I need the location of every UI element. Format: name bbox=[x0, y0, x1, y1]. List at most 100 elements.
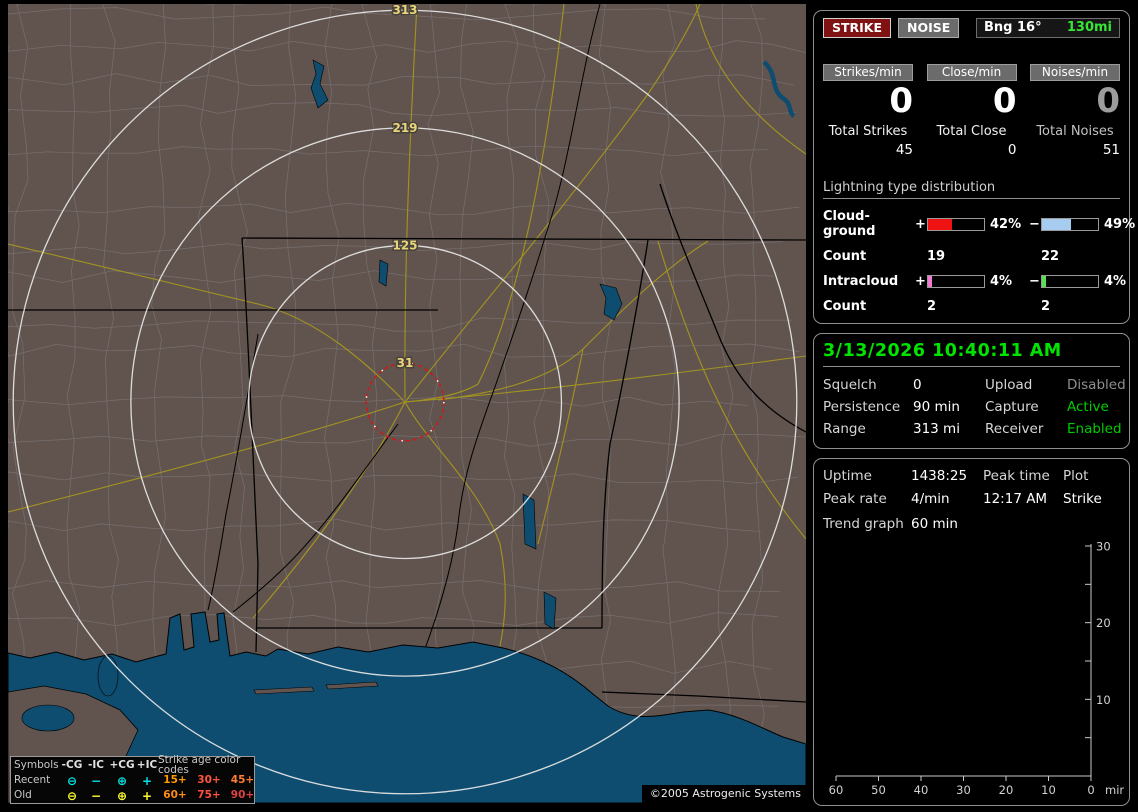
trend-panel: Uptime 1438:25 Peak time Plot Peak rate … bbox=[813, 458, 1130, 806]
ring-label-313: 313 bbox=[392, 4, 417, 17]
age-code-90plus: 90+ bbox=[230, 789, 255, 802]
trend-graph: 30 20 10 60 50 40 30 20 10 0 min bbox=[829, 540, 1124, 798]
minus-sign: − bbox=[1029, 216, 1040, 232]
strikes-per-min-chip: Strikes/min bbox=[823, 64, 913, 81]
uptime-label: Uptime bbox=[823, 468, 872, 484]
persistence-label: Persistence bbox=[823, 399, 901, 415]
ic-negative-pct: 4% bbox=[1104, 274, 1127, 290]
old-neg-cg-symbol: ⊖ bbox=[66, 788, 78, 803]
range-setting-value: 313 mi bbox=[913, 421, 960, 437]
total-noises-label: Total Noises bbox=[1036, 124, 1114, 140]
recent-pos-cg-symbol: ⊕ bbox=[116, 773, 128, 788]
status-grid: Squelch 0 Upload Disabled Persistence 90… bbox=[823, 377, 1126, 437]
plus-sign: + bbox=[915, 216, 926, 232]
upload-value: Disabled bbox=[1067, 377, 1126, 393]
strikes-rate: 0 bbox=[889, 81, 913, 121]
ic-positive-count: 2 bbox=[927, 299, 937, 315]
age-code-45plus: 45+ bbox=[230, 774, 255, 787]
age-code-75plus: 75+ bbox=[197, 789, 221, 802]
bearing-value: Bng 16° bbox=[984, 20, 1042, 35]
peak-time-value: 12:17 AM bbox=[983, 491, 1048, 507]
ic-positive-pct: 4% bbox=[990, 274, 1013, 290]
trend-graph-value: 60 min bbox=[911, 516, 958, 532]
nexstorm-window: { "toolbar": { "strike_label": "STRIKE",… bbox=[0, 0, 1138, 812]
legend-pos-ic-header: +IC bbox=[136, 758, 158, 771]
range-value: 130mi bbox=[1066, 20, 1112, 35]
trend-graph-label: Trend graph bbox=[823, 516, 904, 532]
legend-neg-ic-header: -IC bbox=[88, 758, 104, 771]
legend-neg-cg-header: -CG bbox=[61, 758, 83, 771]
receiver-label: Receiver bbox=[985, 421, 1044, 437]
persistence-value: 90 min bbox=[913, 399, 960, 415]
distribution-title: Lightning type distribution bbox=[823, 180, 1120, 200]
receiver-status-panel: 3/13/2026 10:40:11 AM Squelch 0 Upload D… bbox=[813, 333, 1130, 449]
intracloud-row: Intracloud + 4% − 4% bbox=[823, 274, 1126, 290]
cg-positive-count: 19 bbox=[927, 249, 946, 265]
total-close-value: 0 bbox=[1007, 142, 1017, 159]
total-close-label: Total Close bbox=[936, 124, 1007, 140]
y-tick-label: 20 bbox=[1096, 616, 1111, 630]
legend-age-codes-header: Strike age color codes bbox=[158, 753, 241, 776]
age-code-60plus: 60+ bbox=[163, 789, 187, 802]
close-per-min-chip: Close/min bbox=[926, 64, 1017, 81]
peak-rate-value: 4/min bbox=[911, 491, 950, 507]
ring-label-219: 219 bbox=[392, 121, 417, 135]
total-noises-value: 51 bbox=[1102, 142, 1120, 159]
stats-grid: Uptime 1438:25 Peak time Plot Peak rate … bbox=[823, 468, 1120, 507]
datetime-display: 3/13/2026 10:40:11 AM bbox=[823, 341, 1120, 367]
ic-positive-bar bbox=[927, 275, 985, 289]
lightning-map[interactable]: 313 219 125 31 Symbols -CG -IC +CG +IC Strike ag… bbox=[8, 4, 806, 804]
ring-label-125: 125 bbox=[392, 239, 417, 253]
strike-counters-panel: STRIKE NOISE Bng 16° 130mi Strikes/min 0… bbox=[813, 10, 1135, 324]
plot-value: Strike bbox=[1063, 491, 1102, 507]
noise-mode-button[interactable]: NOISE bbox=[898, 18, 960, 38]
bearing-range-readout: Bng 16° 130mi bbox=[976, 18, 1120, 38]
copyright-label: ©2005 Astrogenic Systems bbox=[641, 785, 806, 803]
old-pos-ic-symbol: + bbox=[141, 788, 153, 803]
y-tick-label: 30 bbox=[1096, 540, 1111, 554]
intracloud-label: Intracloud bbox=[823, 274, 899, 290]
x-tick-label: 40 bbox=[914, 783, 929, 797]
total-strikes-label: Total Strikes bbox=[828, 124, 908, 140]
legend-pos-cg-header: +CG bbox=[109, 758, 135, 771]
age-code-15plus: 15+ bbox=[163, 774, 187, 787]
cg-positive-bar bbox=[927, 217, 985, 231]
age-code-30plus: 30+ bbox=[197, 774, 221, 787]
cg-negative-pct: 49% bbox=[1104, 216, 1136, 232]
recent-neg-cg-symbol: ⊖ bbox=[66, 773, 78, 788]
cg-positive-pct: 42% bbox=[990, 216, 1022, 232]
legend-symbols-header: Symbols bbox=[14, 758, 59, 771]
intracloud-counts: Count 2 2 bbox=[823, 299, 1120, 314]
squelch-label: Squelch bbox=[823, 377, 877, 393]
cloud-ground-counts: Count 19 22 bbox=[823, 249, 1120, 264]
rate-counters: Strikes/min 0 Total Strikes 45 Close/min… bbox=[823, 64, 1120, 158]
count-label: Count bbox=[823, 249, 867, 265]
capture-value: Active bbox=[1067, 399, 1109, 415]
mode-toolbar: STRIKE NOISE Bng 16° 130mi bbox=[823, 18, 1120, 38]
total-strikes-value: 45 bbox=[895, 142, 913, 159]
x-tick-label: 30 bbox=[956, 783, 971, 797]
strike-mode-button[interactable]: STRIKE bbox=[823, 18, 892, 38]
recent-pos-ic-symbol: + bbox=[141, 773, 153, 788]
x-axis-unit: min bbox=[1105, 783, 1124, 797]
old-neg-ic-symbol: − bbox=[90, 788, 102, 803]
x-tick-label: 60 bbox=[829, 783, 844, 797]
x-tick-label: 0 bbox=[1087, 783, 1094, 797]
strikes-counter: Strikes/min 0 Total Strikes 45 bbox=[823, 64, 913, 158]
peak-time-label: Peak time bbox=[983, 468, 1050, 484]
cloud-ground-label: Cloud-ground bbox=[823, 209, 876, 240]
old-pos-cg-symbol: ⊕ bbox=[116, 788, 128, 803]
legend-row-label: Old bbox=[14, 789, 32, 802]
recent-neg-ic-symbol: − bbox=[90, 773, 102, 788]
cg-negative-bar bbox=[1041, 217, 1099, 231]
legend-row-label: Recent bbox=[14, 774, 51, 787]
x-tick-label: 20 bbox=[999, 783, 1014, 797]
noises-counter: Noises/min 0 Total Noises 51 bbox=[1030, 64, 1120, 158]
range-label: Range bbox=[823, 421, 866, 437]
side-panel: STRIKE NOISE Bng 16° 130mi Strikes/min 0… bbox=[813, 0, 1135, 812]
close-counter: Close/min 0 Total Close 0 bbox=[926, 64, 1017, 159]
ic-negative-bar bbox=[1041, 275, 1099, 289]
plus-sign: + bbox=[915, 274, 926, 290]
x-tick-label: 10 bbox=[1041, 783, 1056, 797]
noises-rate: 0 bbox=[1096, 81, 1120, 121]
